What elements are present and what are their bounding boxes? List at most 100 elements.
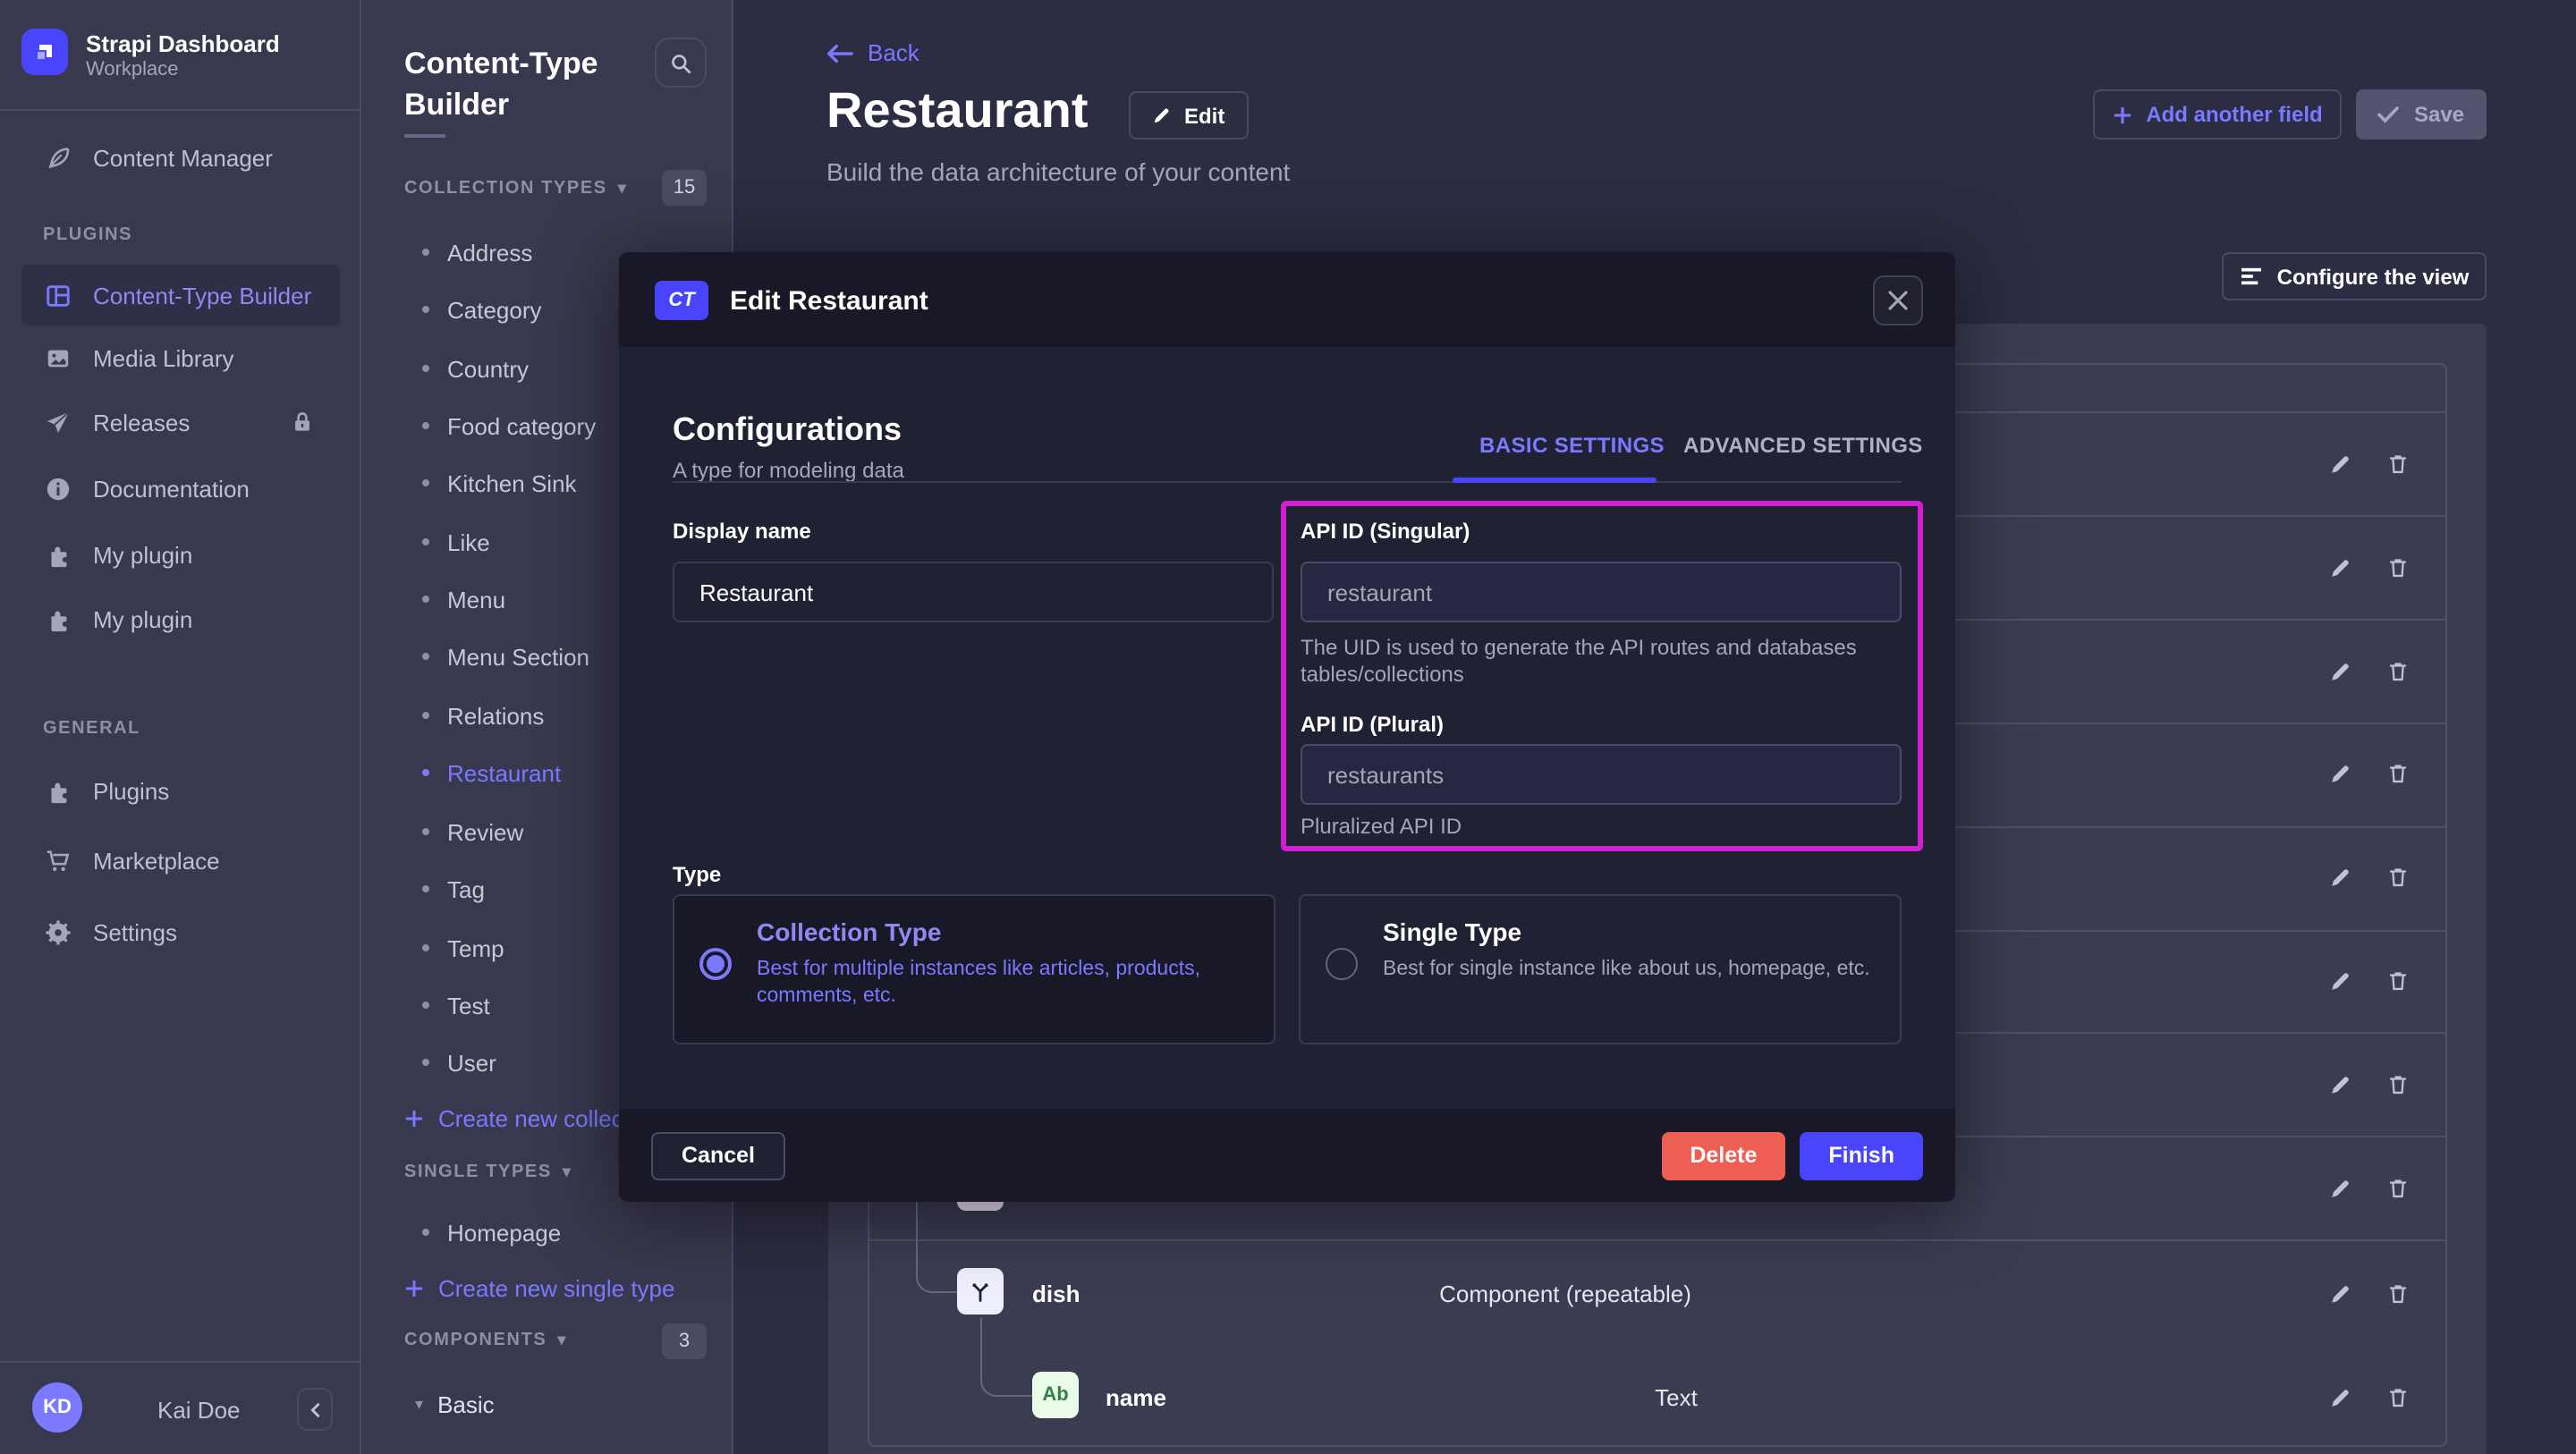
single-type-title: Single Type	[1383, 917, 1521, 946]
close-icon	[1887, 290, 1909, 311]
field-name: name	[1106, 1384, 1166, 1411]
sidebar-item-label: Releases	[93, 409, 190, 435]
collection-types-header[interactable]: COLLECTION TYPES▾	[404, 179, 627, 199]
delete-row-button[interactable]	[2374, 544, 2420, 590]
page-subtitle: Build the data architecture of your cont…	[826, 157, 1290, 186]
api-id-singular-label: API ID (Singular)	[1301, 519, 1470, 544]
edit-row-button[interactable]	[2317, 647, 2363, 694]
back-link[interactable]: Back	[826, 39, 919, 66]
edit-row-button[interactable]	[2317, 1061, 2363, 1107]
tab-advanced-settings[interactable]: ADVANCED SETTINGS	[1683, 433, 1923, 458]
collapse-sidebar-button[interactable]	[297, 1388, 333, 1431]
tab-basic-settings[interactable]: BASIC SETTINGS	[1479, 433, 1665, 458]
sidebar-item-marketplace[interactable]: Marketplace	[21, 835, 340, 885]
plus-icon	[404, 1278, 424, 1298]
edit-row-button[interactable]	[2317, 544, 2363, 590]
bullet-icon	[422, 885, 429, 892]
display-name-input[interactable]	[673, 562, 1274, 622]
display-name-label: Display name	[673, 519, 811, 544]
chevron-left-icon	[307, 1401, 323, 1417]
sidebar-item-label: Content Manager	[93, 144, 273, 171]
single-types-header[interactable]: SINGLE TYPES▾	[404, 1162, 572, 1182]
modal-header: CT Edit Restaurant	[619, 252, 1955, 347]
edit-row-button[interactable]	[2317, 440, 2363, 486]
plus-icon	[2112, 105, 2131, 124]
sidebar-item-documentation[interactable]: Documentation	[21, 463, 340, 513]
sidebar-item-label: Content-Type Builder	[93, 282, 311, 309]
edit-pencil-icon	[2328, 968, 2351, 992]
edit-row-button[interactable]	[2317, 1374, 2363, 1420]
workspace-label: Workplace	[86, 59, 179, 80]
field-type: Component (repeatable)	[1439, 1281, 1691, 1307]
modal-title: Edit Restaurant	[730, 286, 928, 317]
configure-view-button[interactable]: Configure the view	[2222, 252, 2487, 300]
edit-row-button[interactable]	[2317, 1270, 2363, 1316]
collection-type-title: Collection Type	[757, 917, 941, 946]
plus-icon	[404, 1108, 424, 1128]
edit-row-button[interactable]	[2317, 749, 2363, 796]
save-button[interactable]: Save	[2356, 89, 2487, 139]
delete-row-button[interactable]	[2374, 853, 2420, 900]
trash-icon	[2385, 1072, 2409, 1095]
sidebar-item-content-manager[interactable]: Content Manager	[21, 132, 340, 182]
close-modal-button[interactable]	[1873, 275, 1923, 325]
delete-row-button[interactable]	[2374, 749, 2420, 796]
sidebar-item-settings[interactable]: Settings	[21, 907, 340, 957]
delete-row-button[interactable]	[2374, 440, 2420, 486]
single-item-homepage[interactable]: Homepage	[361, 1211, 733, 1254]
collection-type-card[interactable]: Collection Type Best for multiple instan…	[673, 894, 1275, 1044]
chevron-down-icon: ▾	[415, 1394, 423, 1414]
radio-selected-icon[interactable]	[699, 948, 732, 980]
configurations-subtitle: A type for modeling data	[673, 458, 904, 483]
components-header[interactable]: COMPONENTS▾	[404, 1331, 567, 1350]
sidebar-item-my-plugin-1[interactable]: My plugin	[21, 529, 340, 579]
delete-row-button[interactable]	[2374, 1164, 2420, 1211]
bullet-icon	[422, 306, 429, 313]
sidebar-item-releases[interactable]: Releases	[21, 397, 340, 447]
edit-row-button[interactable]	[2317, 957, 2363, 1003]
trash-icon	[2385, 555, 2409, 579]
sidebar-item-my-plugin-2[interactable]: My plugin	[21, 594, 340, 644]
cancel-button[interactable]: Cancel	[651, 1131, 785, 1179]
delete-row-button[interactable]	[2374, 957, 2420, 1003]
delete-row-button[interactable]	[2374, 647, 2420, 694]
delete-row-button[interactable]	[2374, 1061, 2420, 1107]
bullet-icon	[422, 653, 429, 660]
component-group-basic[interactable]: ▾Basic	[361, 1382, 733, 1425]
edit-restaurant-modal: CT Edit Restaurant Configurations A type…	[619, 252, 1955, 1202]
page-title: Restaurant	[826, 82, 1089, 139]
add-another-field-button[interactable]: Add another field	[2093, 89, 2342, 139]
radio-unselected-icon[interactable]	[1326, 948, 1358, 980]
search-button[interactable]	[655, 38, 707, 88]
user-avatar[interactable]: KD	[32, 1382, 82, 1433]
field-type: Text	[1655, 1384, 1698, 1411]
paper-plane-icon	[43, 408, 72, 436]
single-type-card[interactable]: Single Type Best for single instance lik…	[1299, 894, 1902, 1044]
api-id-singular-helper: The UID is used to generate the API rout…	[1301, 635, 1891, 689]
sidebar-item-plugins[interactable]: Plugins	[21, 765, 340, 816]
collection-count-badge: 15	[662, 170, 707, 206]
strapi-logo[interactable]	[21, 29, 68, 75]
delete-row-button[interactable]	[2374, 1374, 2420, 1420]
edit-row-button[interactable]	[2317, 1164, 2363, 1211]
bullet-icon	[422, 712, 429, 719]
component-icon	[957, 1268, 1004, 1315]
bullet-icon	[422, 769, 429, 776]
modal-footer: Cancel Delete Finish	[619, 1109, 1955, 1202]
edit-button[interactable]: Edit	[1129, 91, 1248, 139]
divider	[0, 1361, 361, 1363]
api-id-plural-input[interactable]	[1301, 744, 1902, 805]
sidebar-item-media-library[interactable]: Media Library	[21, 333, 340, 383]
text-ab-icon: Ab	[1032, 1372, 1079, 1418]
sidebar-item-content-type-builder[interactable]: Content-Type Builder	[21, 265, 340, 325]
delete-button[interactable]: Delete	[1661, 1131, 1785, 1179]
edit-row-button[interactable]	[2317, 853, 2363, 900]
finish-button[interactable]: Finish	[1800, 1131, 1923, 1179]
bullet-icon	[422, 538, 429, 545]
sidebar-item-label: Marketplace	[93, 847, 220, 874]
api-id-singular-input[interactable]	[1301, 562, 1902, 622]
sidebar-item-label: Plugins	[93, 777, 169, 804]
trash-icon	[2385, 452, 2409, 475]
sidebar-item-label: My plugin	[93, 605, 192, 632]
delete-row-button[interactable]	[2374, 1270, 2420, 1316]
